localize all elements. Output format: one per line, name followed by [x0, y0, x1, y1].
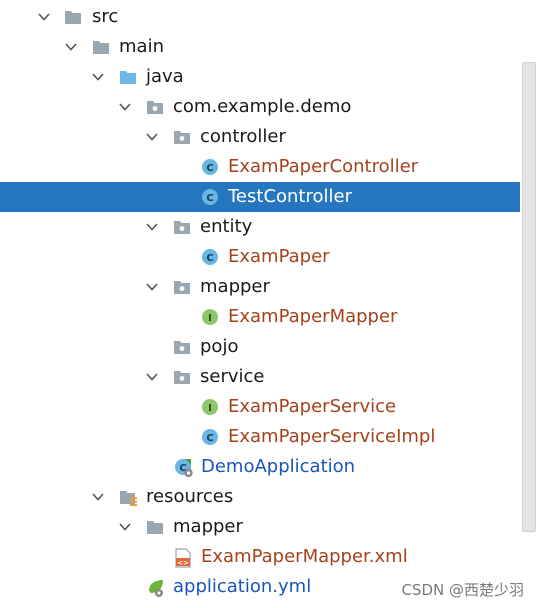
interface-icon: I [201, 398, 219, 416]
tree-item-label: java [146, 66, 184, 87]
tree-item-label: mapper [200, 276, 270, 297]
tree-item-label: ExamPaperServiceImpl [228, 426, 436, 447]
tree-item-main[interactable]: main [0, 32, 538, 62]
tree-item-label: ExamPaperController [228, 156, 419, 177]
tree-item-label: com.example.demo [173, 96, 352, 117]
tree-item-folder-mapper[interactable]: mapper [0, 512, 538, 542]
watermark: CSDN @西楚少羽 [401, 581, 524, 599]
tree-item-package-pojo[interactable]: pojo [0, 332, 538, 362]
folder-icon [146, 518, 164, 536]
resources-folder-icon [119, 488, 137, 506]
svg-text:<>: <> [177, 559, 189, 567]
class-icon: C [201, 428, 219, 446]
chevron-down-icon[interactable] [119, 521, 131, 533]
tree-item-label: service [200, 366, 265, 387]
tree-item-label: pojo [200, 336, 239, 357]
svg-text:I: I [208, 403, 212, 414]
tree-item-label: mapper [173, 516, 243, 537]
tree-item-label: ExamPaperMapper.xml [201, 546, 408, 567]
interface-icon: I [201, 308, 219, 326]
package-icon [173, 278, 191, 296]
folder-icon [64, 8, 82, 26]
tree-item-java[interactable]: java [0, 62, 538, 92]
vertical-scrollbar[interactable] [520, 0, 538, 608]
chevron-down-icon[interactable] [146, 221, 158, 233]
tree-item-class-testcontroller[interactable]: C TestController [0, 182, 538, 212]
tree-item-package-service[interactable]: service [0, 362, 538, 392]
tree-item-src[interactable]: src [0, 2, 538, 32]
chevron-down-icon[interactable] [146, 281, 158, 293]
tree-item-resources[interactable]: resources [0, 482, 538, 512]
package-icon [146, 98, 164, 116]
spring-boot-app-icon: C [174, 458, 193, 478]
source-folder-icon [119, 68, 137, 86]
class-icon: C [201, 188, 219, 206]
package-icon [173, 338, 191, 356]
tree-item-interface-exampapermapper[interactable]: I ExamPaperMapper [0, 302, 538, 332]
svg-text:C: C [206, 163, 213, 174]
package-icon [173, 128, 191, 146]
tree-item-class-demoapplication[interactable]: C DemoApplication [0, 452, 538, 482]
folder-icon [92, 38, 110, 56]
tree-item-label: ExamPaperMapper [228, 306, 398, 327]
chevron-down-icon[interactable] [119, 101, 131, 113]
tree-item-class-exampapercontroller[interactable]: C ExamPaperController [0, 152, 538, 182]
tree-item-label: ExamPaperService [228, 396, 397, 417]
svg-text:C: C [206, 193, 213, 204]
class-icon: C [201, 158, 219, 176]
tree-item-label: TestController [228, 186, 352, 207]
tree-item-interface-exampaperservice[interactable]: I ExamPaperService [0, 392, 538, 422]
tree-item-label: DemoApplication [201, 456, 356, 477]
tree-item-label: main [119, 36, 164, 57]
tree-item-package-controller[interactable]: controller [0, 122, 538, 152]
tree-item-label: controller [200, 126, 286, 147]
tree-item-label: ExamPaper [228, 246, 330, 267]
tree-item-class-exampaperserviceimpl[interactable]: C ExamPaperServiceImpl [0, 422, 538, 452]
tree-item-package-com-example-demo[interactable]: com.example.demo [0, 92, 538, 122]
tree-item-package-entity[interactable]: entity [0, 212, 538, 242]
scrollbar-thumb[interactable] [522, 62, 536, 532]
project-tree: src main java com.example.demo controlle… [0, 2, 538, 602]
xml-file-icon: <> [174, 548, 192, 568]
chevron-down-icon[interactable] [146, 371, 158, 383]
chevron-down-icon[interactable] [38, 11, 50, 23]
tree-item-label: src [92, 6, 119, 27]
svg-text:I: I [208, 313, 212, 324]
chevron-down-icon[interactable] [146, 131, 158, 143]
package-icon [173, 218, 191, 236]
tree-item-label: application.yml [173, 576, 312, 597]
tree-item-label: entity [200, 216, 253, 237]
chevron-down-icon[interactable] [65, 41, 77, 53]
package-icon [173, 368, 191, 386]
chevron-down-icon[interactable] [92, 71, 104, 83]
yml-file-icon [146, 578, 164, 597]
tree-item-class-exampaper[interactable]: C ExamPaper [0, 242, 538, 272]
chevron-down-icon[interactable] [92, 491, 104, 503]
svg-text:C: C [206, 253, 213, 264]
svg-text:C: C [206, 433, 213, 444]
class-icon: C [201, 248, 219, 266]
tree-item-package-mapper[interactable]: mapper [0, 272, 538, 302]
tree-item-file-exampapermapper-xml[interactable]: <> ExamPaperMapper.xml [0, 542, 538, 572]
tree-item-label: resources [146, 486, 234, 507]
